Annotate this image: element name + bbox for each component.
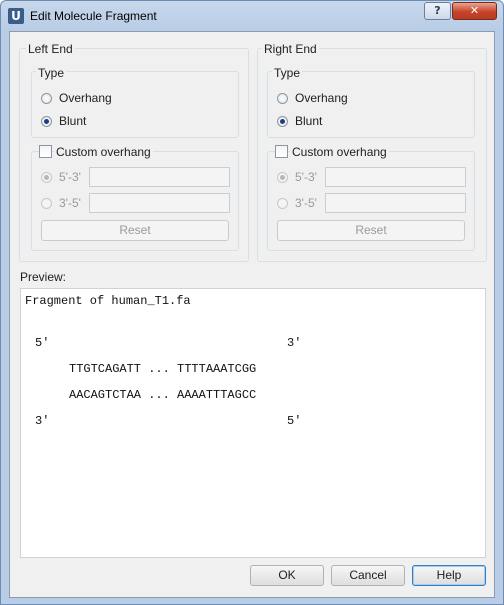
bottom-strand: AACAGTCTAA ... AAAATTTAGCC <box>69 388 257 402</box>
right-35-radio[interactable] <box>277 198 288 209</box>
left-35-radio[interactable] <box>41 198 52 209</box>
right-53-label: 5'-3' <box>295 170 317 184</box>
right-blunt-label[interactable]: Blunt <box>295 114 322 128</box>
right-35-input[interactable] <box>325 193 466 213</box>
right-overhang-radio[interactable] <box>277 93 288 104</box>
right-35-label: 3'-5' <box>295 196 317 210</box>
help-button[interactable]: Help <box>412 565 486 586</box>
title-bar[interactable]: U Edit Molecule Fragment ? ✕ <box>1 1 503 31</box>
left-53-radio[interactable] <box>41 172 52 183</box>
top-left-end: 5' <box>35 336 50 350</box>
left-35-label: 3'-5' <box>59 196 81 210</box>
left-53-input[interactable] <box>89 167 230 187</box>
left-overhang-radio[interactable] <box>41 93 52 104</box>
left-custom-overhang-checkbox[interactable] <box>39 145 52 158</box>
right-53-input[interactable] <box>325 167 466 187</box>
cancel-button[interactable]: Cancel <box>331 565 405 586</box>
left-53-label: 5'-3' <box>59 170 81 184</box>
top-strand: TTGTCAGATT ... TTTTAAATCGG <box>69 362 257 376</box>
app-icon: U <box>8 8 24 24</box>
preview-panel[interactable]: Fragment of human_T1.fa 5' 3' TTGTCAGATT… <box>20 288 486 558</box>
right-end-title: Right End <box>262 42 319 56</box>
left-blunt-label[interactable]: Blunt <box>59 114 86 128</box>
bottom-right-end: 5' <box>287 414 302 428</box>
left-blunt-radio[interactable] <box>41 116 52 127</box>
left-type-title: Type <box>36 66 67 80</box>
right-custom-overhang-checkbox[interactable] <box>275 145 288 158</box>
top-right-end: 3' <box>287 336 302 350</box>
right-custom-overhang-label[interactable]: Custom overhang <box>290 145 389 159</box>
left-overhang-label[interactable]: Overhang <box>59 91 112 105</box>
right-overhang-label[interactable]: Overhang <box>295 91 348 105</box>
right-reset-button[interactable]: Reset <box>277 220 465 241</box>
dialog-window: U Edit Molecule Fragment ? ✕ Left End Ty… <box>0 0 504 605</box>
right-blunt-radio[interactable] <box>277 116 288 127</box>
right-type-title: Type <box>272 66 303 80</box>
left-reset-button[interactable]: Reset <box>41 220 229 241</box>
ok-button[interactable]: OK <box>250 565 324 586</box>
dialog-body: Left End Type Overhang Blunt Custom over… <box>9 31 495 598</box>
left-end-title: Left End <box>26 42 75 56</box>
left-35-input[interactable] <box>89 193 230 213</box>
bottom-left-end: 3' <box>35 414 50 428</box>
preview-label: Preview: <box>20 270 67 284</box>
fragment-title: Fragment of human_T1.fa <box>25 294 191 308</box>
left-custom-overhang-label[interactable]: Custom overhang <box>54 145 153 159</box>
close-icon[interactable]: ✕ <box>452 2 497 20</box>
window-title: Edit Molecule Fragment <box>30 9 157 23</box>
help-icon[interactable]: ? <box>424 2 451 20</box>
right-53-radio[interactable] <box>277 172 288 183</box>
